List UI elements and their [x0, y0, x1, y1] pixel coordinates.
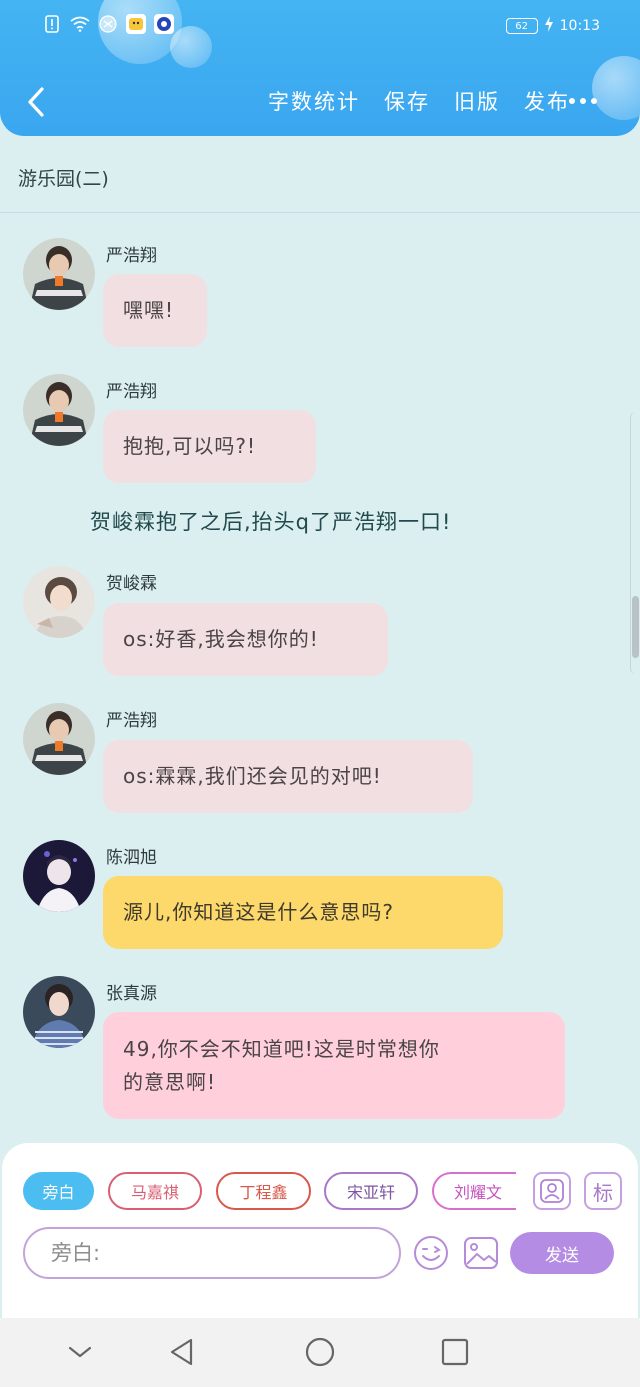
sender-name: 张真源 [106, 984, 157, 1004]
chevron-left-icon [28, 87, 44, 117]
alert-icon [42, 14, 62, 34]
message-bubble[interactable]: 嘿嘿! [103, 274, 207, 347]
chevron-down-icon [68, 1346, 92, 1358]
save-button[interactable]: 保存 [384, 86, 430, 116]
sender-name: 陈泗旭 [106, 848, 157, 868]
system-back-button[interactable] [162, 1332, 202, 1372]
old-version-button[interactable]: 旧版 [454, 86, 500, 116]
narration-text[interactable]: 贺峻霖抱了之后,抬头q了严浩翔一口! [90, 506, 451, 536]
recents-square-icon [441, 1338, 469, 1366]
image-button[interactable] [462, 1234, 500, 1272]
character-chip-liu-yaowen[interactable]: 刘耀文 [432, 1172, 516, 1210]
character-chip-song-yaxuan[interactable]: 宋亚轩 [324, 1172, 418, 1210]
message-bubble[interactable]: os:霖霖,我们还会见的对吧! [103, 740, 473, 813]
avatar-yan-haoxiang[interactable] [23, 374, 95, 446]
avatar-chen-sixu[interactable] [23, 840, 95, 912]
person-card-icon [540, 1179, 564, 1203]
app-notification-icon [154, 14, 174, 34]
more-menu-button[interactable] [566, 86, 600, 116]
emoji-icon [414, 1236, 448, 1270]
story-title[interactable]: 游乐园(二) [18, 164, 109, 191]
publish-button[interactable]: 发布 [524, 86, 570, 116]
vpn-icon [98, 14, 118, 34]
character-chip-narrator[interactable]: 旁白 [23, 1172, 94, 1210]
avatar-yan-haoxiang[interactable] [23, 703, 95, 775]
send-button[interactable]: 发送 [510, 1232, 614, 1274]
character-manage-button[interactable] [533, 1172, 571, 1210]
hide-keyboard-button[interactable] [60, 1332, 100, 1372]
character-chip-ma-jiaqi[interactable]: 马嘉祺 [108, 1172, 202, 1210]
avatar-he-junlin[interactable] [23, 566, 95, 638]
character-chip-ding-chengxin[interactable]: 丁程鑫 [216, 1172, 311, 1210]
scrollbar-thumb[interactable] [632, 596, 639, 658]
word-count-button[interactable]: 字数统计 [268, 86, 360, 116]
avatar-zhang-zhenyuan[interactable] [23, 976, 95, 1048]
system-recents-button[interactable] [435, 1332, 475, 1372]
header-actions: 字数统计 保存 旧版 发布 [268, 86, 570, 116]
dialogue-input[interactable] [23, 1227, 401, 1279]
system-navigation-bar [0, 1318, 640, 1387]
message-bubble[interactable]: 抱抱,可以吗?! [103, 410, 316, 483]
message-bubble[interactable]: 49,你不会不知道吧!这是时常想你 的意思啊! [103, 1012, 565, 1119]
message-bubble[interactable]: 源儿,你知道这是什么意思吗? [103, 876, 503, 949]
image-icon [464, 1237, 498, 1269]
divider [0, 212, 640, 213]
charging-icon [544, 16, 554, 36]
back-button[interactable] [20, 84, 52, 120]
sender-name: 严浩翔 [106, 711, 157, 731]
sender-name: 严浩翔 [106, 246, 157, 266]
app-notification-icon [126, 14, 146, 34]
message-bubble[interactable]: os:好香,我会想你的! [103, 603, 388, 676]
avatar-yan-haoxiang[interactable] [23, 238, 95, 310]
message-line: 的意思啊! [123, 1069, 217, 1094]
message-line: 49,你不会不知道吧!这是时常想你 [123, 1036, 440, 1061]
system-home-button[interactable] [300, 1332, 340, 1372]
status-bar: 62 10:13 [0, 0, 640, 56]
emoji-button[interactable] [412, 1234, 450, 1272]
back-triangle-icon [170, 1338, 193, 1366]
wifi-icon [70, 14, 90, 34]
tag-button[interactable]: 标 [584, 1172, 622, 1210]
battery-indicator: 62 [505, 18, 538, 34]
sender-name: 贺峻霖 [106, 574, 157, 594]
sender-name: 严浩翔 [106, 382, 157, 402]
more-dots-icon [569, 98, 575, 104]
clock: 10:13 [559, 18, 600, 34]
app-header: 62 10:13 字数统计 保存 旧版 发布 [0, 0, 640, 136]
home-circle-icon [305, 1337, 335, 1367]
